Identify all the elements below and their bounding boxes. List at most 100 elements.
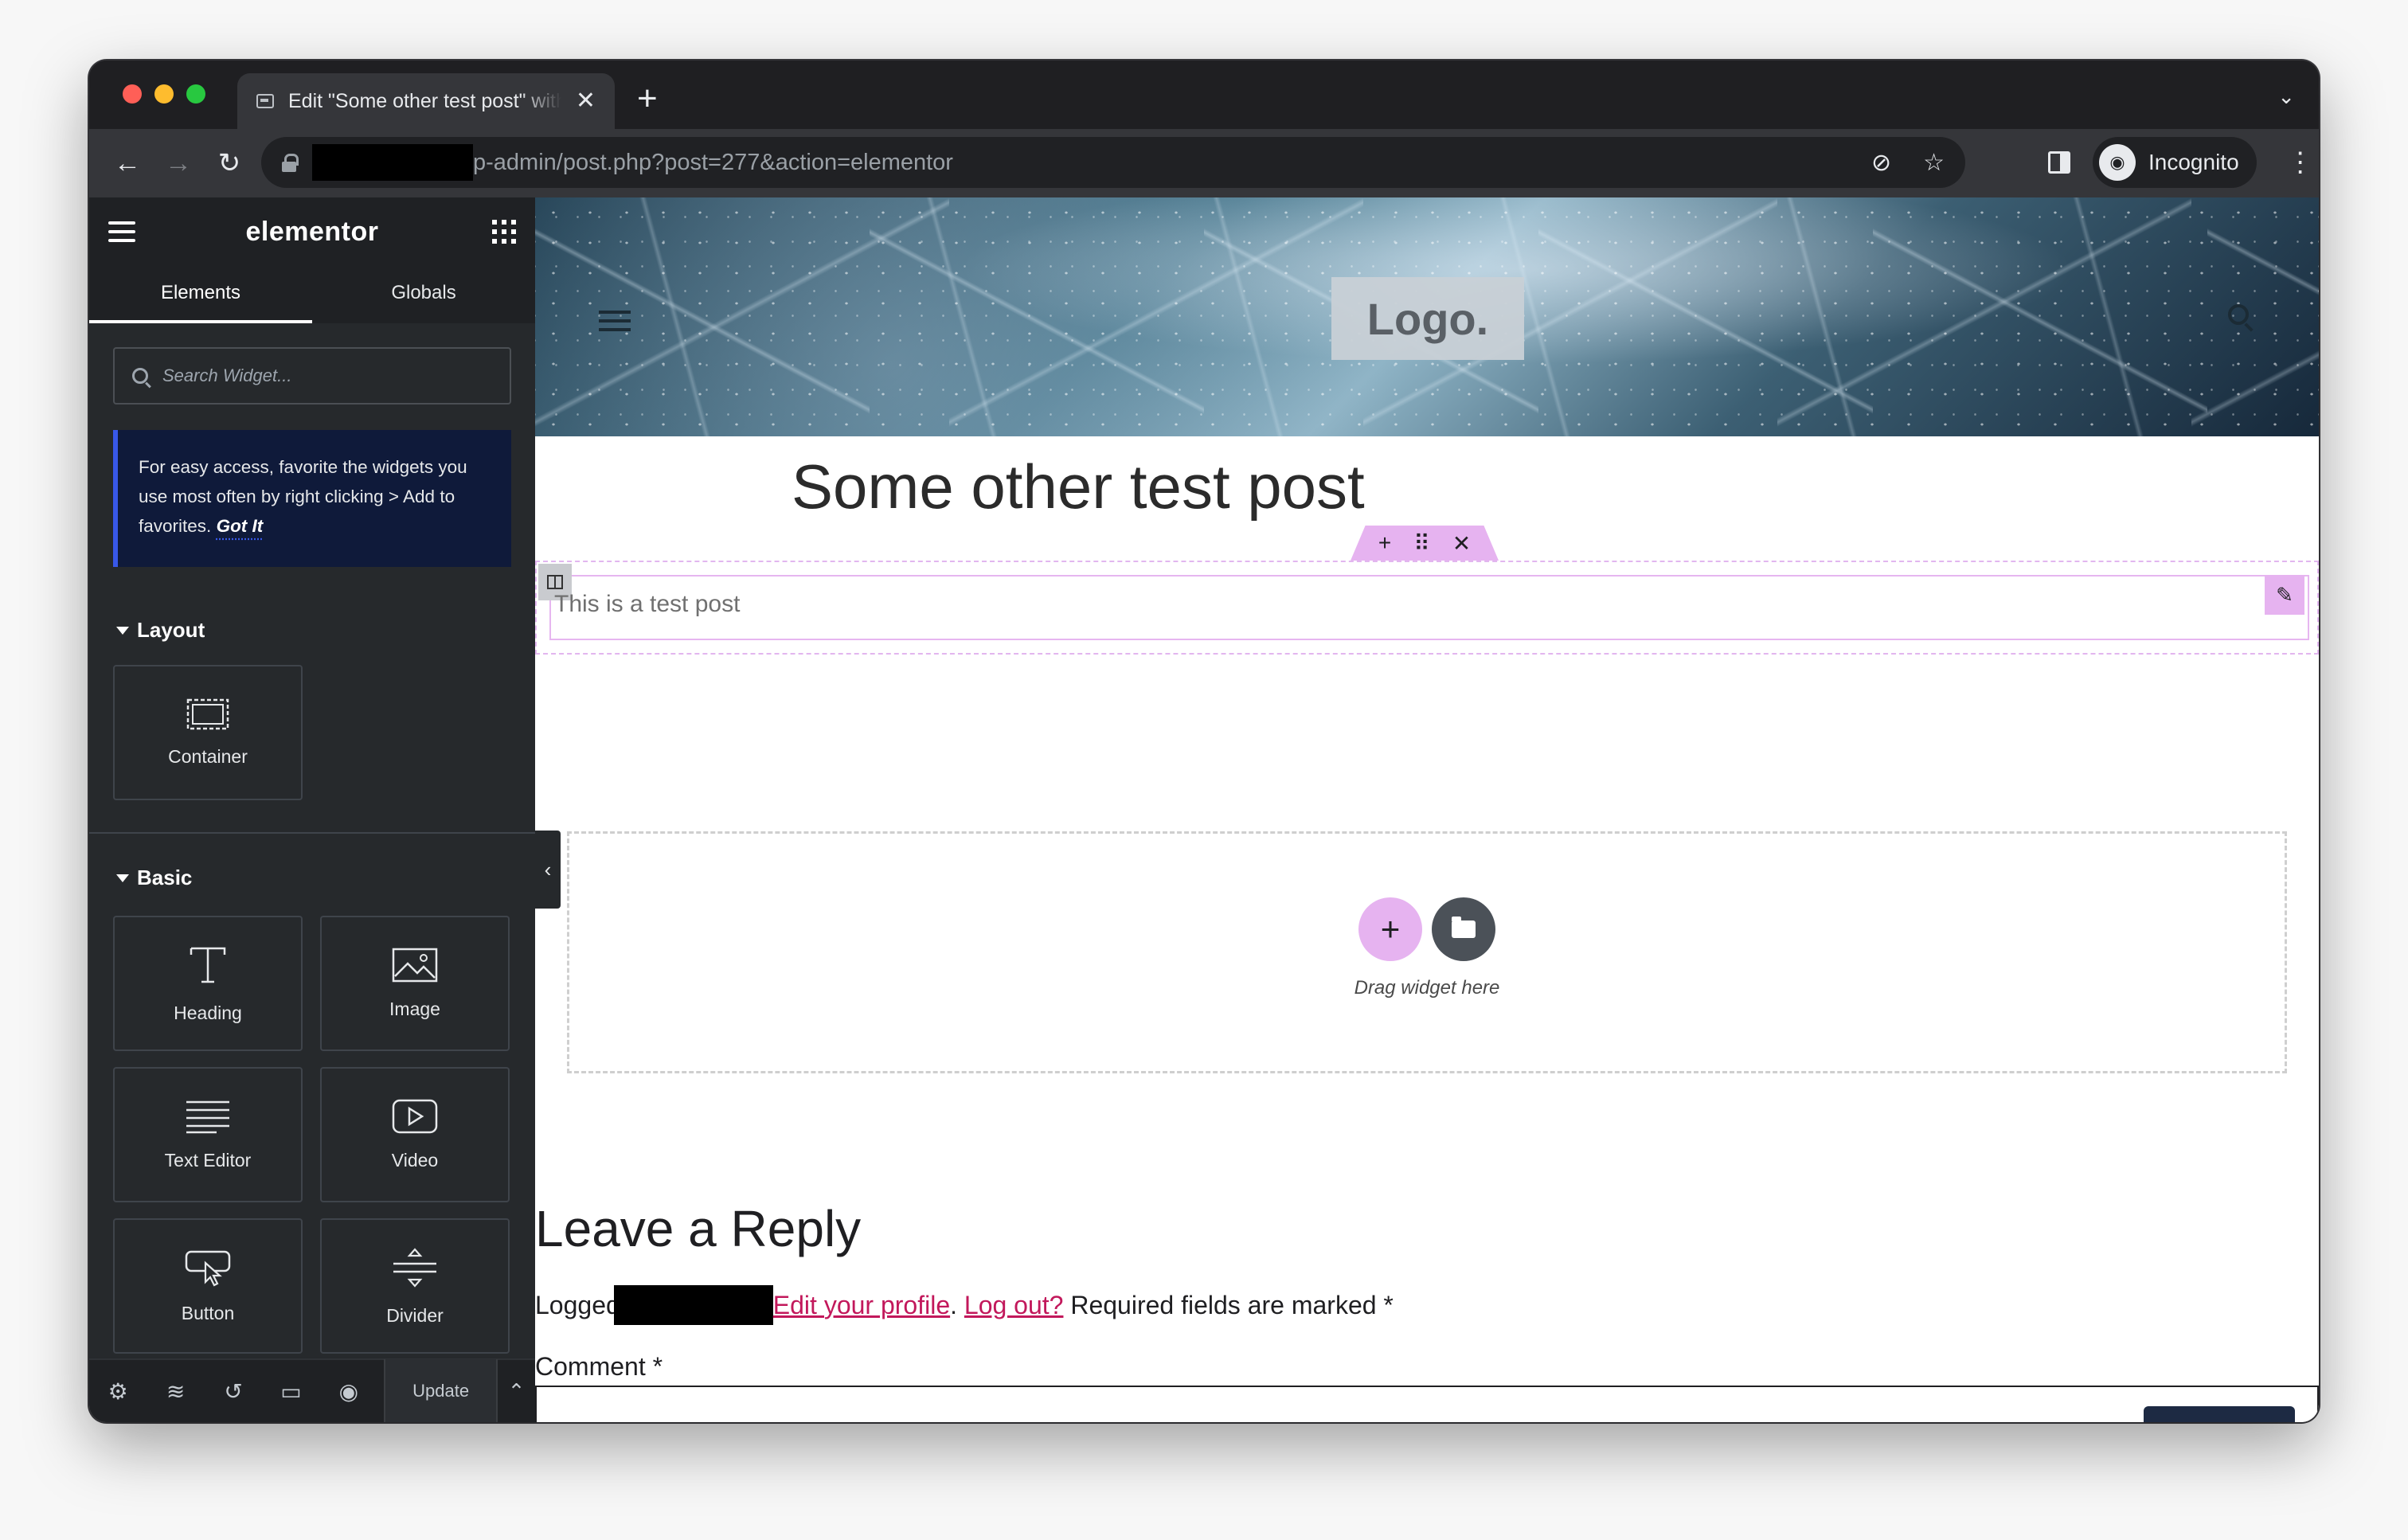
search-icon — [132, 368, 148, 384]
back-arrow-icon[interactable]: ← — [102, 148, 153, 179]
required-fields-text: Required fields are marked * — [1070, 1290, 1394, 1319]
separator-dot: . — [950, 1290, 957, 1319]
site-logo[interactable]: Logo. — [1331, 277, 1524, 360]
tab-title: Edit "Some other test post" with Element… — [288, 89, 561, 112]
text-widget[interactable] — [549, 575, 2309, 640]
responsive-mode-icon[interactable]: ▭ — [262, 1378, 319, 1405]
got-it-link[interactable]: Got It — [217, 516, 264, 536]
text-editor-icon — [186, 1100, 229, 1133]
address-bar-actions: ⊘ ☆ — [1871, 137, 1945, 188]
post-body-text[interactable]: This is a test post — [554, 591, 740, 618]
side-panel-icon[interactable] — [2048, 151, 2070, 174]
elementor-logo: elementor — [245, 216, 379, 247]
layout-section-toggle[interactable]: Layout — [89, 618, 535, 643]
preview-eye-icon[interactable]: ◉ — [320, 1378, 377, 1405]
header-hero-banner: Logo. — [535, 197, 2319, 436]
layout-section-title: Layout — [137, 618, 205, 642]
incognito-profile-button[interactable]: ◉ Incognito — [2093, 137, 2257, 188]
panel-header: elementor — [89, 197, 535, 266]
divider-icon — [393, 1247, 436, 1288]
window-controls — [123, 84, 205, 104]
new-tab-button[interactable]: + — [637, 81, 658, 116]
widget-label: Divider — [386, 1304, 444, 1326]
widget-video[interactable]: Video — [320, 1067, 510, 1202]
close-window-button[interactable] — [123, 84, 142, 104]
widget-label: Video — [391, 1149, 439, 1171]
drop-zone[interactable]: + Drag widget here — [567, 831, 2287, 1073]
eye-off-icon[interactable]: ⊘ — [1871, 149, 1891, 177]
browser-tab[interactable]: Edit "Some other test post" with Element… — [237, 73, 615, 129]
basic-section-toggle[interactable]: Basic — [89, 866, 535, 890]
browser-menu-icon[interactable]: ⋮ — [2287, 147, 2314, 178]
panel-footer: ⚙ ≋ ↺ ▭ ◉ Update ⌃ — [89, 1358, 535, 1422]
browser-toolbar: ← → ↻ p-admin/post.php?post=277&action=e… — [89, 129, 2319, 197]
site-search-icon[interactable] — [2228, 304, 2249, 325]
logged-in-line: Logged Edit your profile . Log out? Requ… — [535, 1285, 1394, 1325]
minimize-window-button[interactable] — [154, 84, 174, 104]
heading-icon — [190, 947, 226, 983]
notice-text: For easy access, favorite the widgets yo… — [139, 457, 467, 536]
widget-container[interactable]: Container — [113, 665, 303, 800]
page-preview: Logo. Some other test post + ⠿ ✕ This is… — [535, 197, 2319, 1422]
address-bar[interactable]: p-admin/post.php?post=277&action=element… — [261, 137, 1965, 188]
video-icon — [392, 1099, 438, 1133]
widget-image[interactable]: Image — [320, 916, 510, 1051]
section-handle: + ⠿ ✕ — [1351, 526, 1499, 561]
navigator-layers-icon[interactable]: ≋ — [147, 1378, 204, 1405]
widget-text-editor[interactable]: Text Editor — [113, 1067, 303, 1202]
update-button[interactable]: Update — [384, 1359, 497, 1422]
elementor-favicon-icon — [256, 94, 274, 108]
reload-icon[interactable]: ↻ — [204, 147, 255, 179]
history-icon[interactable]: ↺ — [205, 1378, 262, 1405]
widgets-grid-icon[interactable] — [492, 220, 516, 244]
edit-profile-link[interactable]: Edit your profile — [773, 1291, 950, 1320]
widget-heading[interactable]: Heading — [113, 916, 303, 1051]
image-icon — [392, 948, 438, 982]
widget-label: Image — [389, 998, 440, 1019]
elementor-panel: elementor Elements Globals Search Widget… — [89, 197, 535, 1422]
delete-section-icon[interactable]: ✕ — [1452, 530, 1471, 557]
comment-label: Comment * — [535, 1352, 663, 1381]
forward-arrow-icon[interactable]: → — [153, 148, 204, 179]
add-section-icon[interactable]: + — [1378, 530, 1391, 556]
caret-down-icon — [116, 874, 129, 882]
collapse-panel-button[interactable]: ‹ — [535, 831, 561, 909]
show-colors-button[interactable]: Show Colors — [2144, 1406, 2295, 1422]
log-out-link[interactable]: Log out? — [964, 1291, 1064, 1320]
add-template-folder-button[interactable] — [1432, 897, 1495, 961]
basic-section-title: Basic — [137, 866, 193, 889]
browser-window: Edit "Some other test post" with Element… — [89, 61, 2319, 1422]
page-content: elementor Elements Globals Search Widget… — [89, 197, 2319, 1422]
drop-zone-actions: + — [1358, 897, 1495, 961]
drag-section-icon[interactable]: ⠿ — [1413, 530, 1430, 557]
widget-label: Heading — [174, 1002, 242, 1023]
widget-label: Button — [181, 1302, 235, 1323]
lock-icon — [282, 154, 299, 172]
tab-elements[interactable]: Elements — [89, 266, 312, 323]
add-new-section-button[interactable]: + — [1358, 897, 1422, 961]
search-widget-input[interactable]: Search Widget... — [113, 347, 511, 405]
redacted-username — [613, 1285, 773, 1325]
layout-widgets: Container — [89, 665, 535, 800]
settings-gear-icon[interactable]: ⚙ — [89, 1378, 147, 1405]
tab-close-icon[interactable]: ✕ — [576, 89, 596, 113]
url-text: p-admin/post.php?post=277&action=element… — [473, 149, 953, 175]
site-menu-icon[interactable] — [599, 311, 631, 337]
comment-textarea[interactable] — [535, 1386, 2319, 1422]
edit-widget-pencil-icon[interactable]: ✎ — [2265, 575, 2304, 615]
panel-divider — [89, 832, 535, 834]
search-placeholder: Search Widget... — [162, 365, 292, 385]
screenshot-background: Edit "Some other test post" with Element… — [0, 0, 2408, 1540]
caret-down-icon — [116, 626, 129, 635]
redacted-domain — [312, 144, 473, 181]
widget-label: Container — [168, 745, 248, 767]
tab-search-chevron-icon[interactable]: ⌄ — [2277, 84, 2295, 109]
hamburger-menu-icon[interactable] — [108, 221, 135, 242]
widget-button[interactable]: Button — [113, 1218, 303, 1354]
chevron-up-icon[interactable]: ⌃ — [496, 1359, 535, 1422]
widget-divider[interactable]: Divider — [320, 1218, 510, 1354]
zoom-window-button[interactable] — [186, 84, 205, 104]
tab-globals[interactable]: Globals — [312, 266, 535, 323]
bookmark-star-icon[interactable]: ☆ — [1923, 149, 1945, 177]
tab-strip: Edit "Some other test post" with Element… — [89, 61, 2319, 129]
